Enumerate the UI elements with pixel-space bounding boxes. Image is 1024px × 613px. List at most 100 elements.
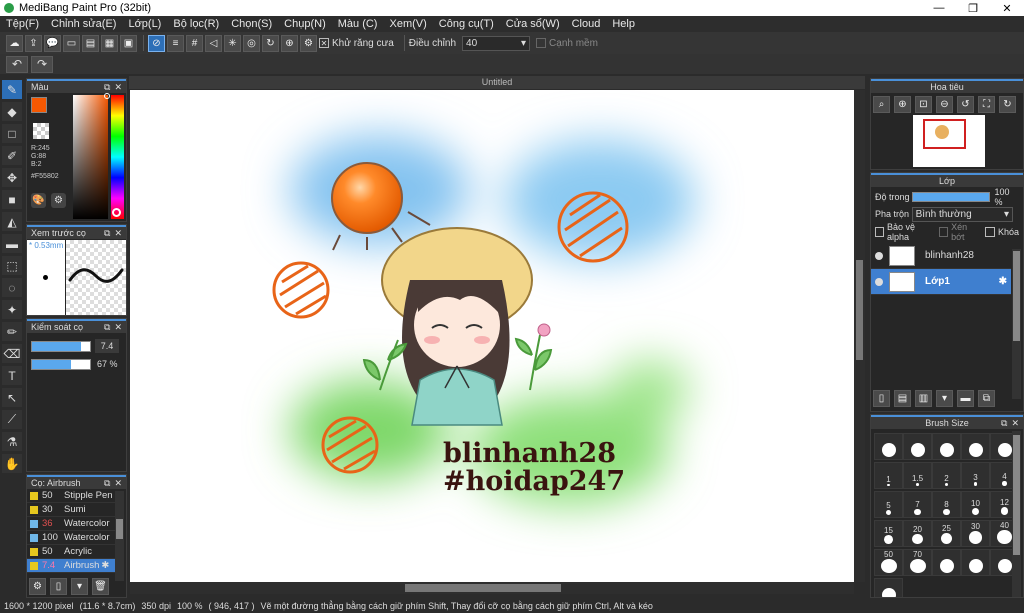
brush-size-field[interactable]: 7.4 bbox=[95, 339, 119, 353]
brush-size-scrollbar[interactable] bbox=[1012, 431, 1021, 597]
menu-edit[interactable]: Chỉnh sửa(E) bbox=[51, 18, 116, 30]
layer-row-selected[interactable]: Lớp1 ✱ bbox=[871, 269, 1011, 295]
brush-item[interactable]: 36 Watercolor bbox=[27, 517, 115, 531]
soft-edge-toggle[interactable]: Cạnh mềm bbox=[536, 38, 598, 49]
new-layer-icon[interactable]: ▯ bbox=[873, 390, 890, 407]
blend-select[interactable]: Bình thường ▾ bbox=[911, 206, 1013, 222]
minimize-button[interactable]: — bbox=[922, 0, 956, 16]
brush-item-selected[interactable]: 7.4 Airbrush ✱ bbox=[27, 559, 115, 573]
select-tool-icon[interactable]: ⬚ bbox=[2, 256, 22, 275]
select-eraser-tool-icon[interactable]: ⌫ bbox=[2, 344, 22, 363]
brush-size-option[interactable]: 2 bbox=[932, 462, 961, 489]
brush-size-option[interactable]: 10 bbox=[961, 491, 990, 518]
undock-icon[interactable]: ⧉ bbox=[104, 322, 110, 333]
close-icon[interactable]: ✕ bbox=[114, 228, 122, 239]
visibility-icon[interactable] bbox=[875, 277, 883, 286]
brush-item[interactable]: 50 Acrylic bbox=[27, 545, 115, 559]
scroll-thumb[interactable] bbox=[116, 519, 123, 539]
antialias-toggle[interactable]: ✕ Khử răng cưa bbox=[319, 38, 394, 49]
hue-slider[interactable] bbox=[111, 95, 124, 219]
brush-size-option[interactable]: 1 bbox=[874, 462, 903, 489]
lasso-tool-icon[interactable]: ◌ bbox=[2, 278, 22, 297]
adjust-select[interactable]: 40 ▾ bbox=[462, 35, 531, 51]
palette-icon[interactable]: 🎨 bbox=[31, 193, 46, 208]
menu-tools[interactable]: Công cụ(T) bbox=[439, 18, 494, 30]
brush-size-option[interactable] bbox=[932, 433, 961, 460]
brush-size-option[interactable]: 20 bbox=[903, 520, 932, 547]
brush-size-option[interactable]: 30 bbox=[961, 520, 990, 547]
text-tool-icon[interactable]: T bbox=[2, 366, 22, 385]
brush-size-option[interactable] bbox=[961, 549, 990, 576]
drawing-canvas[interactable]: blinhanh28 #hoidap247 bbox=[130, 90, 854, 582]
panel-divide-tool-icon[interactable]: ⟋ bbox=[2, 410, 22, 429]
close-button[interactable]: ✕ bbox=[990, 0, 1024, 16]
brush-menu-icon[interactable]: ▾ bbox=[71, 578, 88, 595]
canvas-horizontal-scrollbar[interactable] bbox=[130, 582, 854, 594]
grid-layout-icon[interactable]: ▣ bbox=[120, 34, 137, 52]
menu-view[interactable]: Xem(V) bbox=[389, 18, 426, 30]
new-halftone-layer-icon[interactable]: ▤ bbox=[894, 390, 911, 407]
close-icon[interactable]: ✕ bbox=[1011, 418, 1019, 429]
menu-file[interactable]: Tệp(F) bbox=[6, 18, 39, 30]
redo-icon[interactable]: ↷ bbox=[31, 55, 53, 73]
snap-settings-icon[interactable]: ⚙ bbox=[300, 34, 317, 52]
new-brush-icon[interactable]: ▯ bbox=[50, 578, 67, 595]
close-icon[interactable]: ✕ bbox=[114, 478, 122, 489]
brush-size-option[interactable] bbox=[932, 549, 961, 576]
undock-icon[interactable]: ⧉ bbox=[104, 228, 110, 239]
brush-item[interactable]: 50 Stipple Pen bbox=[27, 489, 115, 503]
brush-opacity-slider[interactable] bbox=[31, 359, 91, 370]
menu-layer[interactable]: Lớp(L) bbox=[128, 18, 161, 30]
undock-icon[interactable]: ⧉ bbox=[104, 478, 110, 489]
snap-perspective-icon[interactable]: ◁ bbox=[205, 34, 222, 52]
menu-capture[interactable]: Chụp(N) bbox=[284, 18, 326, 30]
snap-circle-icon[interactable]: ◎ bbox=[243, 34, 260, 52]
snap-parallel-icon[interactable]: ≡ bbox=[167, 34, 184, 52]
comment-icon[interactable]: 💬 bbox=[44, 34, 61, 52]
lock-checkbox[interactable] bbox=[984, 227, 995, 237]
export-icon[interactable]: ⇪ bbox=[25, 34, 42, 52]
antialias-checkbox[interactable]: ✕ bbox=[319, 38, 329, 48]
brush-size-option[interactable]: 3 bbox=[961, 462, 990, 489]
transparent-color-swatch[interactable] bbox=[33, 123, 49, 139]
zoom-in-icon[interactable]: ⊕ bbox=[894, 96, 911, 113]
brush-size-option[interactable]: 15 bbox=[874, 520, 903, 547]
cloud-icon[interactable]: ☁ bbox=[6, 34, 23, 52]
brush-size-option[interactable]: 8 bbox=[932, 491, 961, 518]
snap-grid-icon[interactable]: # bbox=[186, 34, 203, 52]
clipping-checkbox[interactable] bbox=[939, 227, 949, 237]
zoom-icon[interactable]: ⌕ bbox=[873, 96, 890, 113]
hue-cursor[interactable] bbox=[112, 208, 121, 217]
brush-item[interactable]: 100 Watercolor bbox=[27, 531, 115, 545]
primary-color-swatch[interactable] bbox=[31, 97, 47, 113]
color-settings-icon[interactable]: ⚙ bbox=[51, 193, 66, 208]
brush-tool-icon[interactable]: ✎ bbox=[2, 80, 22, 99]
close-icon[interactable]: ✕ bbox=[114, 322, 122, 333]
scroll-thumb[interactable] bbox=[1013, 251, 1020, 341]
clipping-option[interactable]: Xén bớt bbox=[939, 222, 979, 242]
scroll-thumb[interactable] bbox=[856, 260, 863, 360]
rectangle-tool-icon[interactable]: □ bbox=[2, 124, 22, 143]
undo-icon[interactable]: ↶ bbox=[6, 55, 28, 73]
rotate-right-icon[interactable]: ↻ bbox=[999, 96, 1016, 113]
scroll-thumb[interactable] bbox=[1013, 435, 1020, 555]
brush-size-option[interactable]: 1.5 bbox=[903, 462, 932, 489]
delete-brush-icon[interactable]: 🗑 bbox=[92, 578, 109, 595]
rotate-left-icon[interactable]: ↺ bbox=[957, 96, 974, 113]
menu-color[interactable]: Màu (C) bbox=[338, 18, 378, 30]
navigator-thumbnail[interactable] bbox=[913, 115, 985, 167]
protect-alpha-option[interactable]: Bảo vệ alpha bbox=[875, 222, 933, 242]
brush-size-option[interactable]: 7 bbox=[903, 491, 932, 518]
zoom-out-icon[interactable]: ⊖ bbox=[936, 96, 953, 113]
menu-filter[interactable]: Bộ lọc(R) bbox=[173, 18, 219, 30]
layer-menu-icon[interactable]: ▾ bbox=[936, 390, 953, 407]
brush-settings-icon[interactable]: ⚙ bbox=[29, 578, 46, 595]
brush-size-option[interactable] bbox=[903, 433, 932, 460]
canvas-tab[interactable]: Untitled bbox=[129, 76, 865, 89]
menu-cloud[interactable]: Cloud bbox=[572, 18, 601, 30]
color-picker-cursor[interactable] bbox=[104, 93, 110, 99]
maximize-button[interactable]: ❐ bbox=[956, 0, 990, 16]
snap-crosshair-icon[interactable]: ⊕ bbox=[281, 34, 298, 52]
select-pen-tool-icon[interactable]: ✏ bbox=[2, 322, 22, 341]
speech-icon[interactable]: ▭ bbox=[63, 34, 80, 52]
